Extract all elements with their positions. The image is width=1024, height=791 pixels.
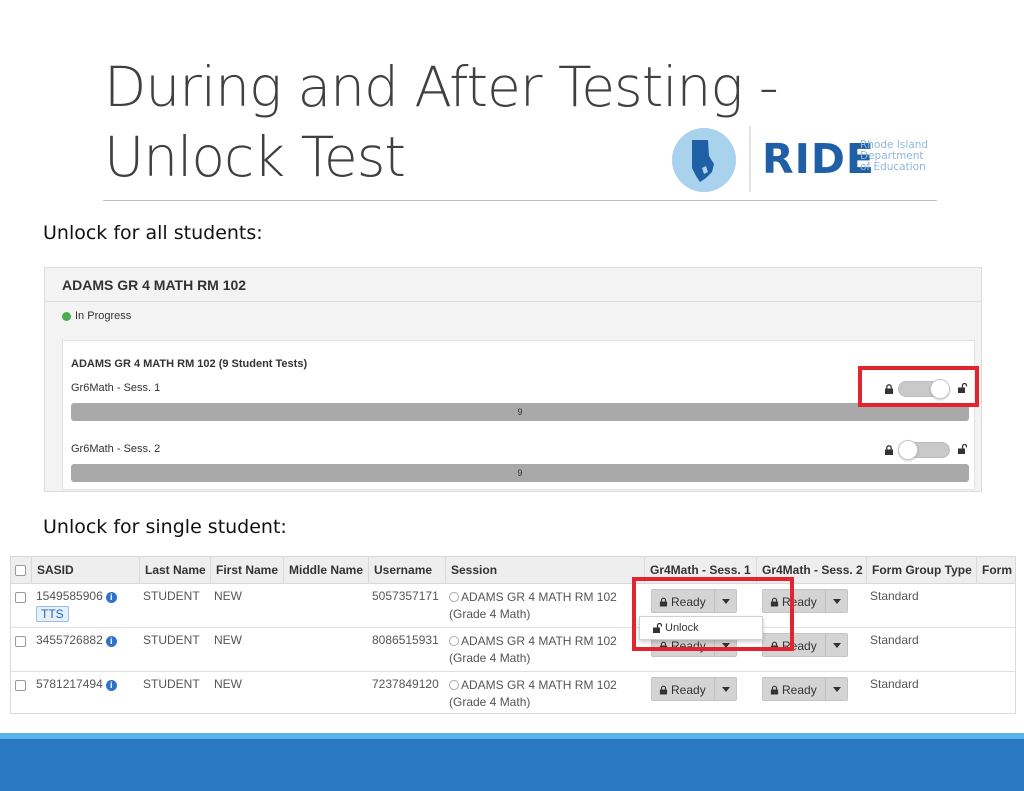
panel-title: ADAMS GR 4 MATH RM 102 [62, 277, 247, 293]
slide-title-line1: During and After Testing - [104, 55, 779, 119]
session-grade: (Grade 4 Math) [449, 651, 531, 665]
form-group-cell: Standard [870, 589, 919, 603]
table-row: 3455726882 i STUDENT NEW 8086515931 ADAMS… [11, 628, 1015, 672]
session-name: ADAMS GR 4 MATH RM 102 [461, 634, 617, 648]
dropdown-toggle[interactable] [714, 678, 736, 700]
session-2-name: Gr6Math - Sess. 2 [71, 443, 161, 455]
status-text: In Progress [75, 310, 132, 322]
session-name: ADAMS GR 4 MATH RM 102 [461, 590, 617, 604]
sasid-cell: 5781217494 i [36, 677, 117, 691]
last-name-cell: STUDENT [143, 677, 200, 691]
table-row: 1549585906 i TTS STUDENT NEW 5057357171 A… [11, 584, 1015, 628]
form-group-cell: Standard [870, 633, 919, 647]
table-row: 5781217494 i STUDENT NEW 7237849120 ADAMS… [11, 672, 1015, 716]
section-label-single: Unlock for single student: [43, 516, 287, 538]
lock-icon [659, 685, 668, 695]
session-card: ADAMS GR 4 MATH RM 102 (9 Student Tests)… [62, 340, 975, 490]
sess-2-ready-button[interactable]: Ready [762, 677, 848, 701]
session-radio[interactable] [449, 636, 459, 646]
sasid-value: 3455726882 [36, 633, 103, 647]
panel-header: ADAMS GR 4 MATH RM 102 [45, 268, 981, 302]
ride-logo: RIDE Rhode Island Department of Educatio… [672, 126, 932, 194]
card-title: ADAMS GR 4 MATH RM 102 (9 Student Tests) [71, 358, 308, 370]
rhode-island-map-icon [672, 128, 736, 192]
status-indicator: In Progress [62, 310, 131, 322]
dropdown-toggle[interactable] [825, 590, 847, 612]
caret-down-icon [833, 687, 841, 692]
session-cell: ADAMS GR 4 MATH RM 102 (Grade 4 Math) [449, 633, 617, 667]
col-first-name[interactable]: First Name [210, 557, 283, 584]
last-name-cell: STUDENT [143, 633, 200, 647]
table-header: SASID Last Name First Name Middle Name U… [11, 557, 1015, 584]
logo-wordmark: RIDE [762, 135, 875, 183]
last-name-cell: STUDENT [143, 589, 200, 603]
student-table: SASID Last Name First Name Middle Name U… [10, 556, 1016, 714]
col-last-name[interactable]: Last Name [139, 557, 210, 584]
session-cell: ADAMS GR 4 MATH RM 102 (Grade 4 Math) [449, 589, 617, 623]
caret-down-icon [833, 599, 841, 604]
info-icon[interactable]: i [105, 636, 117, 647]
dropdown-toggle[interactable] [825, 634, 847, 656]
logo-divider [749, 126, 751, 192]
row-checkbox[interactable] [15, 592, 26, 603]
col-form[interactable]: Form [976, 557, 1017, 584]
col-sasid[interactable]: SASID [31, 557, 141, 584]
session-grade: (Grade 4 Math) [449, 695, 531, 709]
caret-down-icon [833, 643, 841, 648]
button-label: Ready [782, 683, 817, 697]
col-username[interactable]: Username [368, 557, 445, 584]
session-1-progress-bar: 9 [71, 403, 969, 421]
form-group-cell: Standard [870, 677, 919, 691]
username-cell: 7237849120 [372, 677, 439, 691]
lock-icon [885, 445, 893, 455]
caret-down-icon [722, 687, 730, 692]
first-name-cell: NEW [214, 589, 242, 603]
sasid-cell: 1549585906 i [36, 589, 117, 603]
sess-1-ready-button[interactable]: Ready [651, 677, 737, 701]
col-middle-name[interactable]: Middle Name [283, 557, 368, 584]
session-1-name: Gr6Math - Sess. 1 [71, 382, 161, 394]
first-name-cell: NEW [214, 677, 242, 691]
status-dot-icon [62, 311, 71, 321]
session-panel: ADAMS GR 4 MATH RM 102 In Progress ADAMS… [44, 267, 982, 492]
session-radio[interactable] [449, 592, 459, 602]
logo-subtitle: Rhode Island Department of Education [860, 140, 928, 173]
info-icon[interactable]: i [105, 592, 117, 603]
session-2-unlock-toggle[interactable] [898, 440, 950, 460]
session-2-progress-bar: 9 [71, 464, 969, 482]
col-form-group-type[interactable]: Form Group Type [866, 557, 976, 584]
row-checkbox[interactable] [15, 636, 26, 647]
tts-badge: TTS [36, 606, 69, 622]
logo-sub-line3: of Education [860, 161, 926, 173]
unlock-icon [958, 444, 967, 454]
info-icon[interactable]: i [105, 680, 117, 691]
session-radio[interactable] [449, 680, 459, 690]
session-grade: (Grade 4 Math) [449, 607, 531, 621]
toggle-knob [898, 440, 918, 460]
title-divider [103, 200, 937, 201]
sasid-value: 1549585906 [36, 589, 103, 603]
sasid-cell: 3455726882 i [36, 633, 117, 647]
session-cell: ADAMS GR 4 MATH RM 102 (Grade 4 Math) [449, 677, 617, 711]
first-name-cell: NEW [214, 633, 242, 647]
section-label-all: Unlock for all students: [43, 222, 263, 244]
highlight-box-unlock [632, 577, 794, 651]
highlight-box-toggle [858, 366, 979, 407]
sasid-value: 5781217494 [36, 677, 103, 691]
lock-icon [770, 685, 779, 695]
col-session[interactable]: Session [445, 557, 644, 584]
row-checkbox[interactable] [15, 680, 26, 691]
username-cell: 8086515931 [372, 633, 439, 647]
select-all-checkbox[interactable] [15, 565, 26, 576]
session-name: ADAMS GR 4 MATH RM 102 [461, 678, 617, 692]
dropdown-toggle[interactable] [825, 678, 847, 700]
username-cell: 5057357171 [372, 589, 439, 603]
button-label: Ready [671, 683, 706, 697]
footer-band [0, 739, 1024, 791]
